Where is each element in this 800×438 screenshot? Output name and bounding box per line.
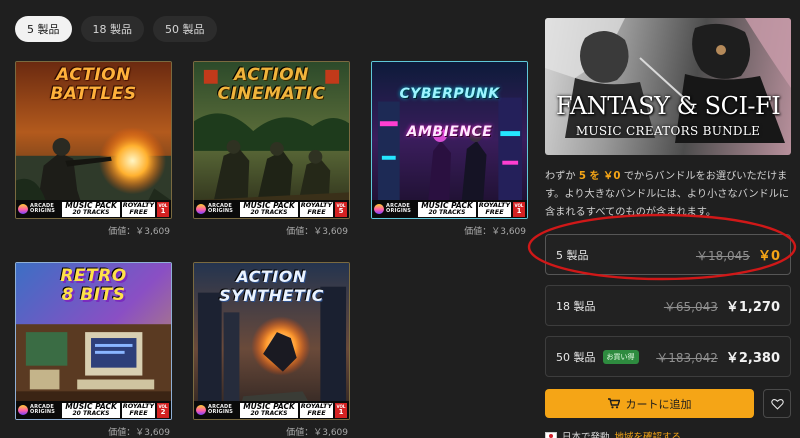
cover-title: ACTION BATTLES: [50, 65, 137, 104]
volume-badge: VOL 1: [335, 402, 347, 418]
sunset-logo-icon: [196, 204, 206, 214]
cover-info-band: ARCADE ORIGINS MUSIC PACK 20 TRACKS ROYA…: [194, 401, 349, 419]
tier-option-5-products[interactable]: 5 製品 ￥18,045 ￥0: [545, 234, 791, 275]
product-card-action-cinematic[interactable]: ACTION CINEMATIC ARCADE ORIGINS MUSIC PA…: [193, 61, 350, 237]
royalty-free-label: ROYALTY FREE: [122, 402, 155, 418]
check-region-link[interactable]: 地域を確認する: [615, 429, 682, 438]
product-value: 価値：￥3,609: [108, 227, 170, 237]
purchase-actions: カートに追加: [545, 389, 791, 418]
add-to-cart-label: カートに追加: [625, 397, 692, 411]
highlight-offer: 5 を ￥0: [578, 171, 621, 182]
cart-icon: [607, 398, 620, 409]
japan-flag-icon: [545, 431, 557, 438]
volume-badge: VOL 2: [157, 402, 169, 418]
cover-info-band: ARCADE ORIGINS MUSIC PACK 20 TRACKS ROYA…: [194, 200, 349, 218]
sunset-logo-icon: [374, 204, 384, 214]
sunset-logo-icon: [196, 405, 206, 415]
best-value-badge: お買い得: [602, 349, 639, 364]
product-value: 価値：￥3,609: [108, 428, 170, 438]
sunset-logo-icon: [18, 204, 28, 214]
arcade-origins-logo: ARCADE ORIGINS: [196, 202, 238, 217]
music-pack-label: MUSIC PACK 20 TRACKS: [240, 402, 298, 418]
tab-18-products[interactable]: 18 製品: [80, 16, 144, 42]
bundle-purchase-panel: FANTASY & SCI-FI MUSIC CREATORS BUNDLE わ…: [545, 18, 791, 438]
product-value: 価値：￥3,609: [464, 227, 526, 237]
cover-title: CYBERPUNK AMBIENCE: [399, 86, 500, 140]
shipping-info: 日本で発動 地域を確認する: [545, 429, 791, 438]
product-cover: RETRO 8 BITS ARCADE ORIGINS MUSIC PACK 2…: [15, 262, 172, 420]
tier-name: 18 製品: [556, 299, 596, 313]
product-cover: ACTION CINEMATIC ARCADE ORIGINS MUSIC PA…: [193, 61, 350, 219]
heart-icon: [770, 398, 784, 410]
product-grid: ACTION BATTLES ARCADE ORIGINS MUSIC PACK…: [15, 61, 528, 438]
product-card-action-battles[interactable]: ACTION BATTLES ARCADE ORIGINS MUSIC PACK…: [15, 61, 172, 237]
music-pack-label: MUSIC PACK 20 TRACKS: [62, 402, 120, 418]
royalty-free-label: ROYALTY FREE: [122, 201, 155, 217]
royalty-free-label: ROYALTY FREE: [300, 201, 333, 217]
tier-sale-price: ￥2,380: [725, 351, 780, 366]
bundle-title: FANTASY & SCI-FI: [555, 92, 781, 120]
sunset-logo-icon: [18, 405, 28, 415]
tier-prices: ￥65,043 ￥1,270: [664, 296, 780, 315]
volume-badge: VOL 5: [335, 201, 347, 217]
bundle-cover-image: FANTASY & SCI-FI MUSIC CREATORS BUNDLE: [545, 18, 791, 155]
volume-badge: VOL 1: [513, 201, 525, 217]
tier-name: 5 製品: [556, 248, 589, 262]
tier-original-price: ￥18,045: [695, 249, 750, 263]
arcade-origins-logo: ARCADE ORIGINS: [18, 202, 60, 217]
product-card-cyberpunk-ambience[interactable]: CYBERPUNK AMBIENCE ARCADE ORIGINS MUSIC …: [371, 61, 528, 237]
arcade-origins-logo: ARCADE ORIGINS: [196, 403, 238, 418]
music-pack-label: MUSIC PACK 20 TRACKS: [418, 201, 476, 217]
cover-title: ACTION CINEMATIC: [217, 65, 326, 104]
volume-badge: VOL 1: [157, 201, 169, 217]
favorite-button[interactable]: [763, 389, 791, 418]
product-cover: ACTION SYNTHETIC ARCADE ORIGINS MUSIC PA…: [193, 262, 350, 420]
tier-sale-price: ￥0: [757, 249, 780, 264]
bundle-subtitle: MUSIC CREATORS BUNDLE: [575, 124, 761, 138]
tab-5-products[interactable]: 5 製品: [15, 16, 72, 42]
cover-info-band: ARCADE ORIGINS MUSIC PACK 20 TRACKS ROYA…: [16, 401, 171, 419]
arcade-origins-logo: ARCADE ORIGINS: [18, 403, 60, 418]
arcade-origins-logo: ARCADE ORIGINS: [374, 202, 416, 217]
music-pack-label: MUSIC PACK 20 TRACKS: [62, 201, 120, 217]
royalty-free-label: ROYALTY FREE: [300, 402, 333, 418]
music-pack-label: MUSIC PACK 20 TRACKS: [240, 201, 298, 217]
product-cover: CYBERPUNK AMBIENCE ARCADE ORIGINS MUSIC …: [371, 61, 528, 219]
cover-info-band: ARCADE ORIGINS MUSIC PACK 20 TRACKS ROYA…: [16, 200, 171, 218]
tier-sale-price: ￥1,270: [725, 300, 780, 315]
product-value: 価値：￥3,609: [286, 428, 348, 438]
cover-title: RETRO 8 BITS: [60, 266, 127, 305]
shipping-text: 日本で発動: [562, 432, 610, 438]
tier-original-price: ￥183,042: [656, 351, 718, 365]
tab-50-products[interactable]: 50 製品: [153, 16, 217, 42]
add-to-cart-button[interactable]: カートに追加: [545, 389, 754, 418]
product-card-retro-8-bits[interactable]: RETRO 8 BITS ARCADE ORIGINS MUSIC PACK 2…: [15, 262, 172, 438]
tier-name: 50 製品: [556, 350, 596, 364]
bundle-description: わずか 5 を ￥0 でからバンドルをお選びいただけます。より大きなバンドルには…: [545, 171, 790, 218]
cover-info-band: ARCADE ORIGINS MUSIC PACK 20 TRACKS ROYA…: [372, 200, 527, 218]
product-card-action-synthetic[interactable]: ACTION SYNTHETIC ARCADE ORIGINS MUSIC PA…: [193, 262, 350, 438]
bundle-tier-tabs: 5 製品 18 製品 50 製品: [15, 16, 217, 42]
cover-title: ACTION SYNTHETIC: [219, 267, 324, 305]
royalty-free-label: ROYALTY FREE: [478, 201, 511, 217]
tier-prices: ￥183,042 ￥2,380: [656, 347, 780, 366]
tier-option-50-products[interactable]: 50 製品 お買い得 ￥183,042 ￥2,380: [545, 336, 791, 377]
tier-original-price: ￥65,043: [663, 300, 718, 314]
product-cover: ACTION BATTLES ARCADE ORIGINS MUSIC PACK…: [15, 61, 172, 219]
tier-option-18-products[interactable]: 18 製品 ￥65,043 ￥1,270: [545, 285, 791, 326]
product-value: 価値：￥3,609: [286, 227, 348, 237]
tier-prices: ￥18,045 ￥0: [696, 245, 780, 264]
